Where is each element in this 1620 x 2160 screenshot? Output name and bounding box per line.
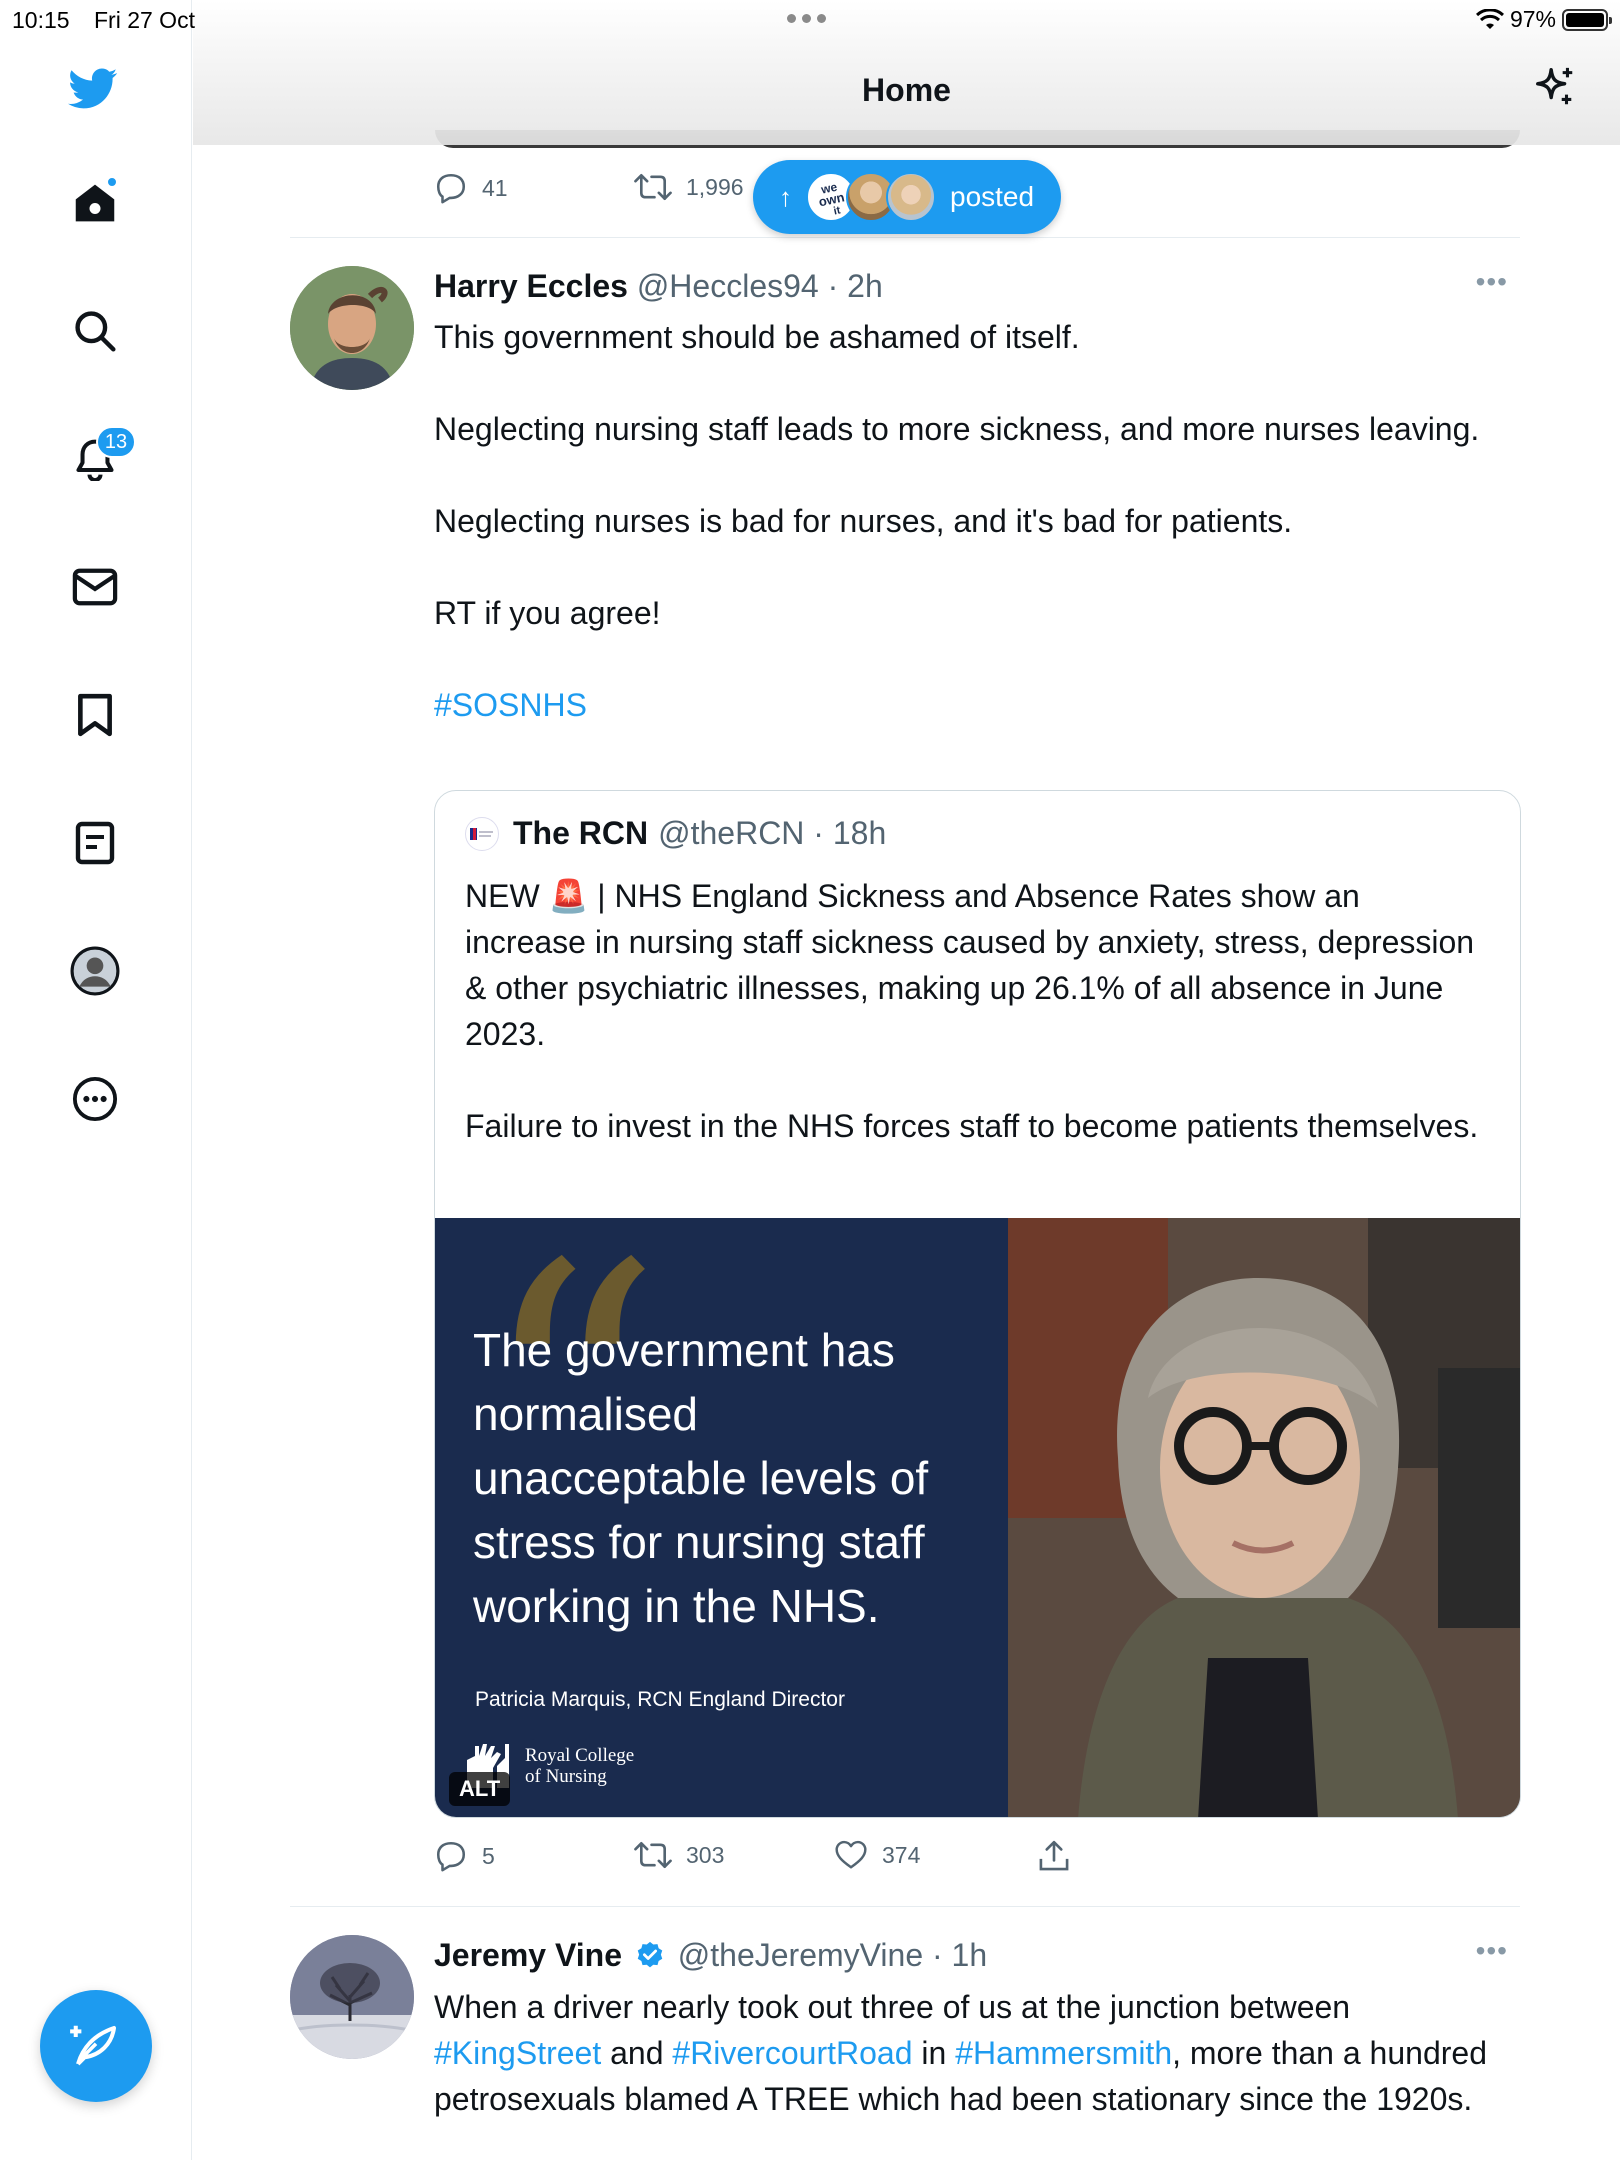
status-time: 10:15 [12, 7, 70, 33]
avatar[interactable] [290, 266, 414, 390]
alt-text-badge[interactable]: ALT [449, 1772, 511, 1806]
tweet-text: This government should be ashamed of its… [434, 314, 1514, 728]
avatar[interactable] [290, 1935, 414, 2059]
status-date: Fri 27 Oct [94, 7, 195, 33]
quoted-tweet[interactable]: The RCN @theRCN · 18h NEW 🚨 | NHS Englan… [434, 790, 1521, 1818]
reply-button[interactable]: 41 [434, 172, 508, 204]
tweet-actions: 5 303 374 [434, 1840, 1134, 1874]
bookmarks-icon[interactable] [70, 690, 120, 740]
tweet-paragraph: This government should be ashamed of its… [434, 319, 1080, 355]
author-handle[interactable]: @theJeremyVine [678, 1937, 923, 1973]
author-handle[interactable]: @Heccles94 [637, 268, 819, 304]
reply-button[interactable]: 5 [434, 1840, 495, 1872]
new-posts-pill[interactable]: ↑ we own it posted [753, 160, 1061, 234]
retweet-button[interactable]: 303 [634, 1840, 724, 1870]
retweet-count: 1,996 [686, 173, 744, 200]
retweet-button[interactable]: 1,996 [634, 172, 744, 202]
search-icon[interactable] [70, 306, 120, 356]
portrait-photo [1008, 1218, 1520, 1817]
rcn-logo-line2: of Nursing [525, 1766, 607, 1787]
tweet-text: When a driver nearly took out three of u… [434, 1984, 1514, 2122]
twitter-logo-icon[interactable] [68, 64, 118, 114]
hashtag-link[interactable]: #KingStreet [434, 2035, 601, 2071]
quote-card-panel: “ The government has normalised unaccept… [435, 1218, 1008, 1817]
tweet-more-icon[interactable]: ••• [1476, 1935, 1508, 1967]
tweet-jeremy-vine[interactable]: Jeremy Vine @theJeremyVine · 1h ••• When… [290, 1935, 1520, 2160]
quoted-tweet-text: NEW 🚨 | NHS England Sickness and Absence… [465, 873, 1485, 1195]
retweet-count: 303 [686, 1841, 725, 1868]
heart-icon [835, 1840, 867, 1869]
quoted-tweet-time[interactable]: 18h [833, 815, 886, 852]
tweet-more-icon[interactable]: ••• [1476, 266, 1508, 298]
status-bar: 10:15 Fri 27 Oct 97% [0, 0, 1620, 40]
battery-percent: 97% [1509, 6, 1556, 32]
quoted-tweet-image[interactable]: “ The government has normalised unaccept… [435, 1218, 1520, 1817]
reply-icon [436, 173, 466, 204]
tweet-time[interactable]: 2h [847, 268, 883, 304]
like-count: 374 [882, 1841, 921, 1868]
hashtag-link[interactable]: #Hammersmith [955, 2035, 1172, 2071]
reply-icon [436, 1841, 466, 1872]
tweet-time[interactable]: 1h [952, 1937, 988, 1973]
quoted-text-prefix: NEW [465, 878, 540, 914]
posted-avatar-3 [886, 172, 936, 222]
retweet-icon [634, 173, 672, 201]
tweet-paragraph: RT if you agree! [434, 595, 661, 631]
tweet-harry-eccles[interactable]: Harry Eccles @Heccles94 · 2h ••• This go… [290, 266, 1521, 1906]
lists-icon[interactable] [70, 818, 120, 868]
tweet-author-line: Harry Eccles @Heccles94 · 2h [434, 268, 883, 304]
quote-card-text: The government has normalised unacceptab… [473, 1324, 929, 1632]
quoted-author-name[interactable]: The RCN [513, 815, 648, 852]
share-button[interactable] [1038, 1840, 1070, 1872]
siren-emoji-icon: 🚨 [548, 878, 589, 914]
rcn-avatar-icon [465, 816, 499, 851]
share-icon [1039, 1840, 1069, 1871]
like-button[interactable]: 374 [834, 1840, 920, 1870]
tweet-divider [290, 1906, 1520, 1907]
messages-envelope-icon[interactable] [70, 562, 120, 612]
hashtag-link[interactable]: #RivercourtRoad [672, 2035, 912, 2071]
compose-tweet-button[interactable] [40, 1990, 152, 2102]
notifications-bell-icon[interactable]: 13 [70, 426, 136, 484]
verified-badge-icon [637, 1941, 663, 1967]
reply-count: 5 [482, 1842, 495, 1869]
rcn-logo-line1: Royal College [525, 1745, 635, 1766]
hashtag-link[interactable]: #SOSNHS [434, 687, 587, 723]
quoted-author-line: The RCN @theRCN · 18h [465, 815, 886, 852]
battery-icon [1562, 8, 1612, 31]
new-posts-label: posted [950, 181, 1035, 212]
tweet-text-segment: and [601, 2034, 673, 2071]
quoted-author-handle[interactable]: @theRCN [658, 815, 804, 852]
tweet-author-line: Jeremy Vine @theJeremyVine · 1h [434, 1937, 988, 1973]
author-name[interactable]: Harry Eccles [434, 268, 628, 304]
tweet-text-segment: When a driver nearly took out three of u… [434, 1988, 1351, 2025]
page-title: Home [862, 72, 951, 108]
quote-card-attribution: Patricia Marquis, RCN England Director [475, 1688, 845, 1711]
more-options-icon[interactable] [70, 1074, 120, 1124]
reply-count: 41 [482, 174, 508, 201]
sparkle-timeline-icon[interactable] [1532, 64, 1578, 115]
notifications-count-badge: 13 [96, 426, 136, 458]
home-unread-dot [106, 176, 118, 188]
tweet-paragraph: Neglecting nursing staff leads to more s… [434, 411, 1480, 447]
wifi-icon [1475, 8, 1504, 29]
home-icon[interactable] [70, 176, 120, 228]
profile-avatar-icon[interactable] [70, 946, 120, 996]
multitasking-dots[interactable] [787, 14, 826, 23]
retweet-icon [634, 1841, 672, 1869]
quoted-text-paragraph: Failure to invest in the NHS forces staf… [465, 1108, 1479, 1144]
sidebar: 13 [0, 0, 192, 2160]
arrow-up-icon: ↑ [779, 181, 792, 212]
tweet-paragraph: Neglecting nurses is bad for nurses, and… [434, 503, 1293, 539]
author-name[interactable]: Jeremy Vine [434, 1937, 622, 1973]
compose-feather-icon [70, 2025, 117, 2066]
tweet-text-segment: in [912, 2034, 956, 2071]
tweet-divider [290, 237, 1520, 238]
quoted-text-main: | NHS England Sickness and Absence Rates… [465, 878, 1475, 1052]
